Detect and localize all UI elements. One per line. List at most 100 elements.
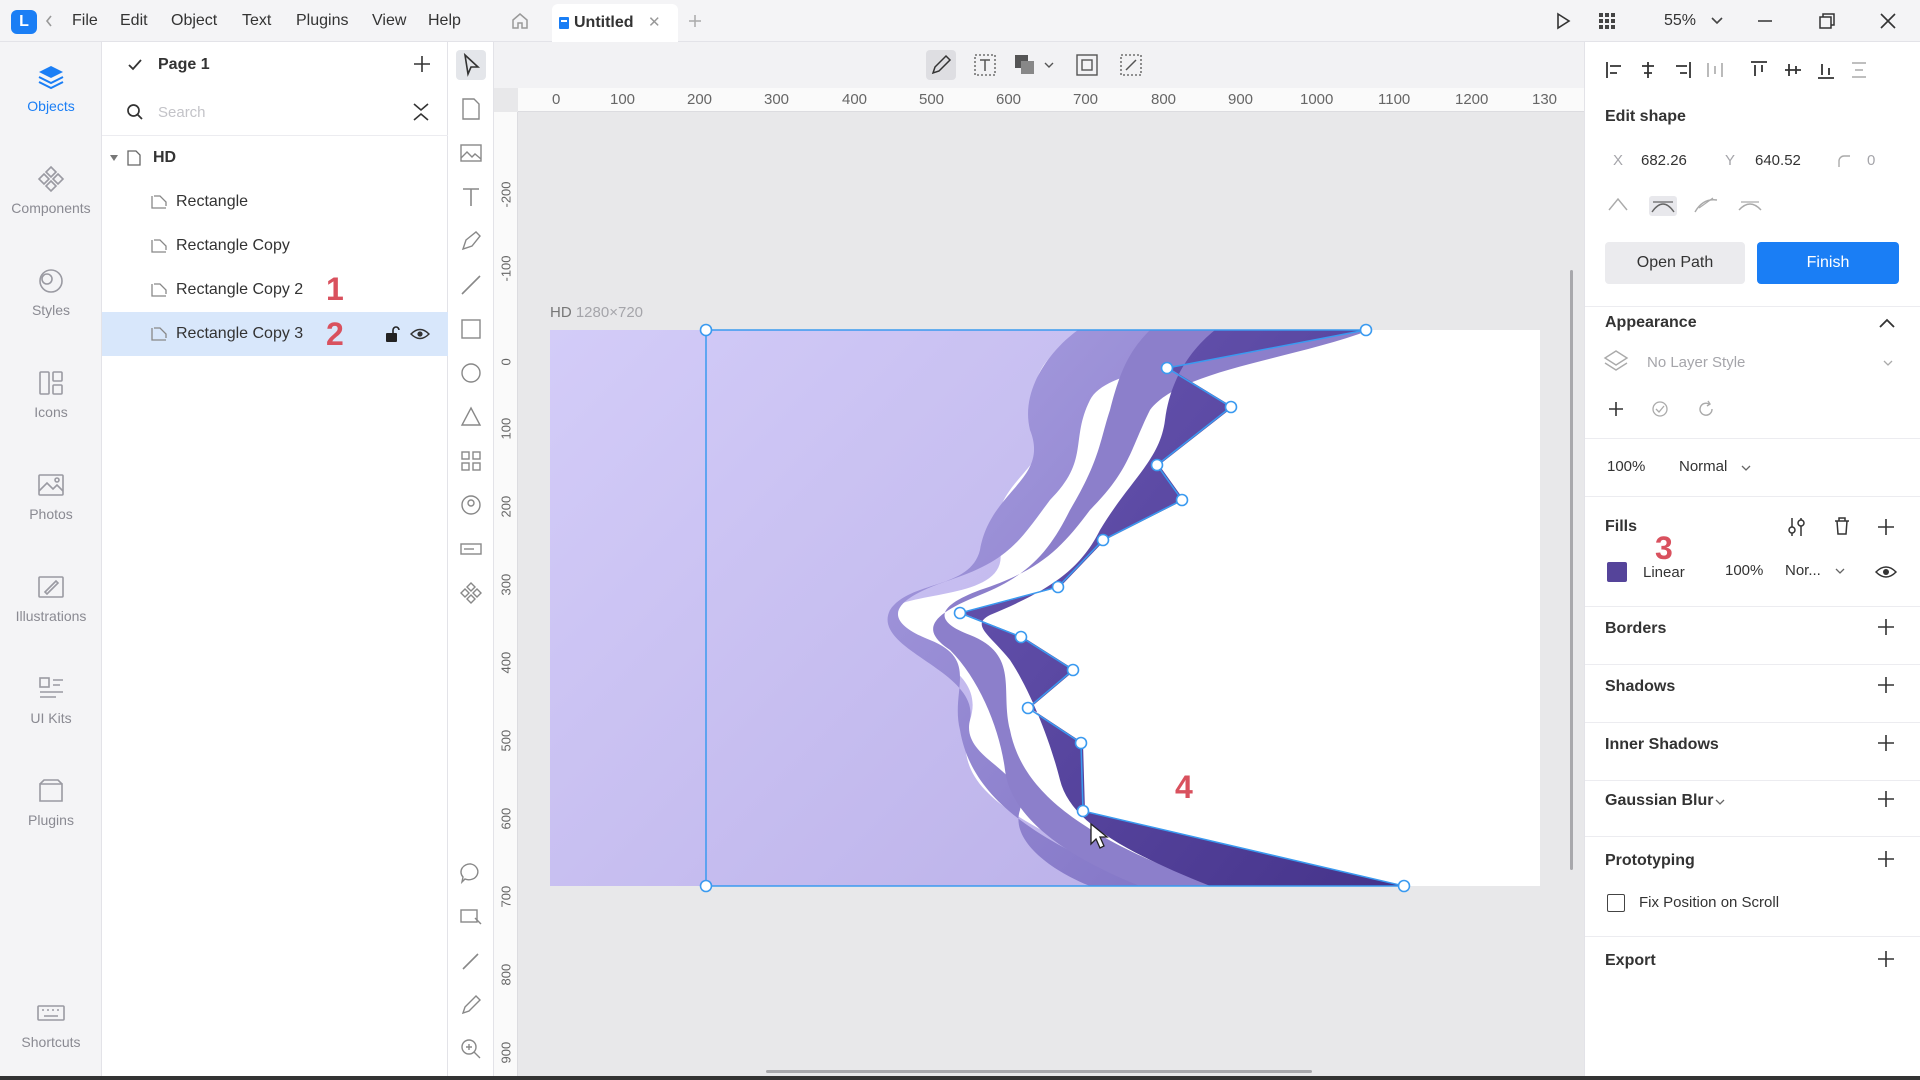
add-shadow-icon[interactable]	[1875, 674, 1897, 696]
image-tool[interactable]	[456, 138, 486, 168]
pencil-tool[interactable]	[456, 990, 486, 1020]
distribute-h-icon[interactable]	[1705, 60, 1725, 80]
hotspot-tool[interactable]	[456, 902, 486, 932]
reset-style-icon[interactable]	[1697, 400, 1715, 418]
brush-tool[interactable]	[456, 946, 486, 976]
app-logo[interactable]: L	[11, 10, 37, 34]
finish-button[interactable]: Finish	[1757, 242, 1899, 284]
chevron-up-icon[interactable]	[1879, 318, 1895, 328]
layer-rectangle[interactable]: Rectangle	[102, 180, 448, 224]
line-tool[interactable]	[456, 270, 486, 300]
align-center-h-icon[interactable]	[1638, 60, 1658, 80]
menu-view[interactable]: View	[372, 0, 406, 42]
page-title[interactable]: Page 1	[158, 56, 210, 74]
close-icon[interactable]: ✕	[648, 4, 661, 42]
sync-style-icon[interactable]	[1651, 400, 1669, 418]
point-mirrored-icon[interactable]	[1649, 196, 1677, 216]
artboard-label[interactable]: HD 1280×720	[550, 304, 643, 321]
artboard-hd[interactable]	[550, 330, 1540, 886]
edit-path-button[interactable]	[926, 50, 956, 80]
component-tool[interactable]	[456, 578, 486, 608]
nav-styles[interactable]: Styles	[0, 266, 102, 318]
add-blur-icon[interactable]	[1875, 788, 1897, 810]
fix-position-checkbox[interactable]	[1607, 894, 1625, 912]
nav-components[interactable]: Components	[0, 164, 102, 216]
chevron-down-icon[interactable]	[1741, 465, 1751, 472]
mask-icon[interactable]	[1072, 50, 1102, 80]
add-tab-icon[interactable]	[686, 12, 704, 30]
layer-artboard-hd[interactable]: HD	[102, 136, 448, 180]
layer-rectangle-copy[interactable]: Rectangle Copy	[102, 224, 448, 268]
align-middle-icon[interactable]	[1783, 60, 1803, 80]
nav-plugins[interactable]: Plugins	[0, 776, 102, 828]
search-input[interactable]	[158, 98, 378, 126]
menu-help[interactable]: Help	[428, 0, 461, 42]
nav-objects[interactable]: Objects	[0, 62, 102, 114]
add-export-icon[interactable]	[1875, 948, 1897, 970]
caret-down-icon[interactable]	[110, 155, 118, 161]
fill-settings-icon[interactable]	[1787, 516, 1807, 538]
grid-icon[interactable]	[1598, 12, 1616, 30]
point-asymmetric-icon[interactable]	[1737, 196, 1763, 216]
trash-icon[interactable]	[1833, 516, 1851, 536]
fill-opacity-field[interactable]: 100%	[1725, 562, 1763, 579]
align-bottom-icon[interactable]	[1816, 60, 1836, 80]
triangle-tool[interactable]	[456, 402, 486, 432]
layer-rectangle-copy-2[interactable]: Rectangle Copy 2 1	[102, 268, 448, 312]
chevron-down-icon[interactable]	[1835, 568, 1845, 575]
add-page-icon[interactable]	[412, 54, 432, 74]
opacity-field[interactable]: 100%	[1607, 458, 1645, 475]
minimize-icon[interactable]	[1756, 12, 1774, 30]
point-disconnected-icon[interactable]	[1693, 196, 1719, 216]
add-inner-shadow-icon[interactable]	[1875, 732, 1897, 754]
nav-photos[interactable]: Photos	[0, 470, 102, 522]
add-interaction-icon[interactable]	[1875, 848, 1897, 870]
home-icon[interactable]	[510, 11, 530, 31]
ellipse-tool[interactable]	[456, 358, 486, 388]
align-right-icon[interactable]	[1672, 60, 1692, 80]
tab-untitled[interactable]: Untitled ✕	[552, 4, 678, 42]
nav-shortcuts[interactable]: Shortcuts	[0, 998, 102, 1050]
chevron-down-icon[interactable]	[1883, 360, 1893, 367]
open-path-button[interactable]: Open Path	[1605, 242, 1745, 284]
y-field[interactable]: 640.52	[1755, 152, 1801, 169]
eye-icon[interactable]	[1875, 564, 1897, 580]
align-left-icon[interactable]	[1605, 60, 1625, 80]
nav-icons[interactable]: Icons	[0, 368, 102, 420]
fill-type-select[interactable]: Linear	[1643, 564, 1685, 581]
flatten-icon[interactable]	[1116, 50, 1146, 80]
fill-color-swatch[interactable]	[1607, 562, 1627, 582]
restore-icon[interactable]	[1818, 12, 1836, 30]
play-icon[interactable]	[1554, 12, 1572, 30]
comment-tool[interactable]	[456, 858, 486, 888]
rectangle-tool[interactable]	[456, 314, 486, 344]
add-style-icon[interactable]	[1607, 400, 1625, 418]
gaussian-blur-title[interactable]: Gaussian Blur	[1605, 792, 1713, 810]
vertical-scrollbar[interactable]	[1570, 270, 1573, 870]
blend-mode-select[interactable]: Normal	[1679, 458, 1727, 475]
layer-rectangle-copy-3[interactable]: Rectangle Copy 3 2	[102, 312, 448, 356]
canvas[interactable]: 0 100 200 300 400 500 600 700 800 900 10…	[494, 42, 1584, 1080]
add-fill-icon[interactable]	[1875, 516, 1897, 538]
menu-edit[interactable]: Edit	[120, 0, 148, 42]
chevron-down-icon[interactable]	[1711, 17, 1723, 25]
menu-plugins[interactable]: Plugins	[296, 0, 348, 42]
corner-radius-field[interactable]: 0	[1867, 152, 1875, 169]
avatar-tool[interactable]	[456, 490, 486, 520]
input-tool[interactable]	[456, 534, 486, 564]
pen-tool[interactable]	[456, 226, 486, 256]
horizontal-scrollbar[interactable]	[766, 1070, 1312, 1073]
point-straight-icon[interactable]	[1607, 196, 1629, 212]
unlock-icon[interactable]	[384, 325, 400, 343]
layer-style-select[interactable]: No Layer Style	[1647, 354, 1745, 371]
grid-tool[interactable]	[456, 446, 486, 476]
eye-icon[interactable]	[410, 327, 430, 341]
align-top-icon[interactable]	[1749, 60, 1769, 80]
collapse-all-icon[interactable]	[412, 102, 430, 122]
select-tool[interactable]	[456, 50, 486, 80]
chevron-down-icon[interactable]	[1044, 62, 1054, 69]
text-frame-icon[interactable]	[970, 50, 1000, 80]
chevron-left-icon[interactable]	[44, 14, 54, 28]
menu-object[interactable]: Object	[171, 0, 217, 42]
x-field[interactable]: 682.26	[1641, 152, 1687, 169]
